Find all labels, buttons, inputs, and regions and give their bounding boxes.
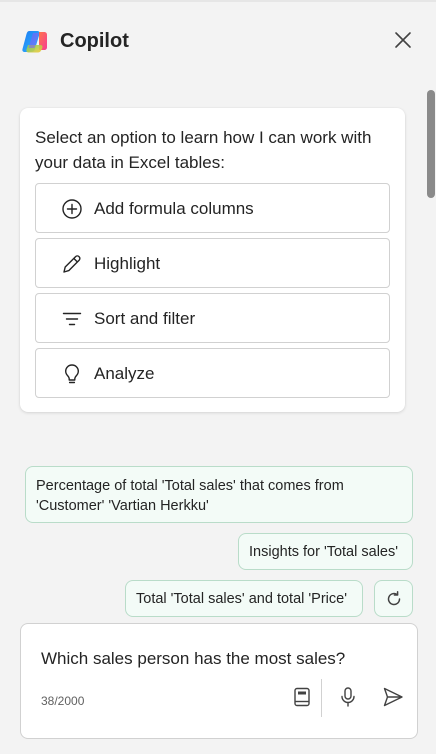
copilot-header: Copilot: [0, 0, 436, 80]
chat-composer[interactable]: Which sales person has the most sales? 3…: [20, 623, 418, 739]
suggestion-text: Total 'Total sales' and total 'Price': [136, 591, 347, 607]
filter-icon: [60, 307, 84, 331]
option-label: Sort and filter: [94, 309, 196, 328]
option-analyze[interactable]: Analyze: [35, 348, 390, 398]
close-icon: [395, 32, 411, 48]
option-label: Add formula columns: [94, 199, 254, 218]
add-circle-icon: [60, 197, 84, 221]
character-count: 38/2000: [41, 694, 85, 708]
option-highlight[interactable]: Highlight: [35, 238, 390, 288]
lightbulb-icon: [60, 362, 84, 386]
suggestion-text-line: Percentage of total 'Total sales' that c…: [36, 478, 344, 494]
suggestion-chip[interactable]: Total 'Total sales' and total 'Price': [125, 580, 363, 617]
refresh-suggestions-button[interactable]: [374, 580, 413, 617]
suggestion-chip[interactable]: Insights for 'Total sales': [238, 533, 413, 570]
app-title: Copilot: [60, 30, 129, 52]
pen-icon: [60, 252, 84, 276]
toolbar-divider: [321, 679, 322, 717]
option-label: Highlight: [94, 254, 161, 273]
send-icon: [383, 687, 403, 707]
option-label: Analyze: [94, 364, 155, 383]
send-button[interactable]: [379, 683, 407, 711]
option-add-formula-columns[interactable]: Add formula columns: [35, 183, 390, 233]
microphone-icon: [341, 687, 355, 707]
microphone-button[interactable]: [334, 683, 362, 711]
refresh-icon: [387, 591, 401, 606]
suggestion-text-line: 'Customer' 'Vartian Herkku': [36, 498, 209, 514]
close-button[interactable]: [392, 29, 414, 51]
suggestion-chip[interactable]: Percentage of total 'Total sales' that c…: [25, 466, 413, 523]
prompt-guide-button[interactable]: [288, 683, 316, 711]
prompt-guide-icon: [294, 687, 310, 707]
suggestion-text: Insights for 'Total sales': [249, 544, 398, 560]
message-input[interactable]: Which sales person has the most sales?: [41, 649, 345, 669]
option-sort-and-filter[interactable]: Sort and filter: [35, 293, 390, 343]
copilot-logo-icon: [20, 27, 50, 57]
scrollbar-thumb[interactable]: [427, 90, 435, 198]
options-card: Select an option to learn how I can work…: [20, 108, 405, 412]
card-intro-text: Select an option to learn how I can work…: [35, 128, 372, 172]
